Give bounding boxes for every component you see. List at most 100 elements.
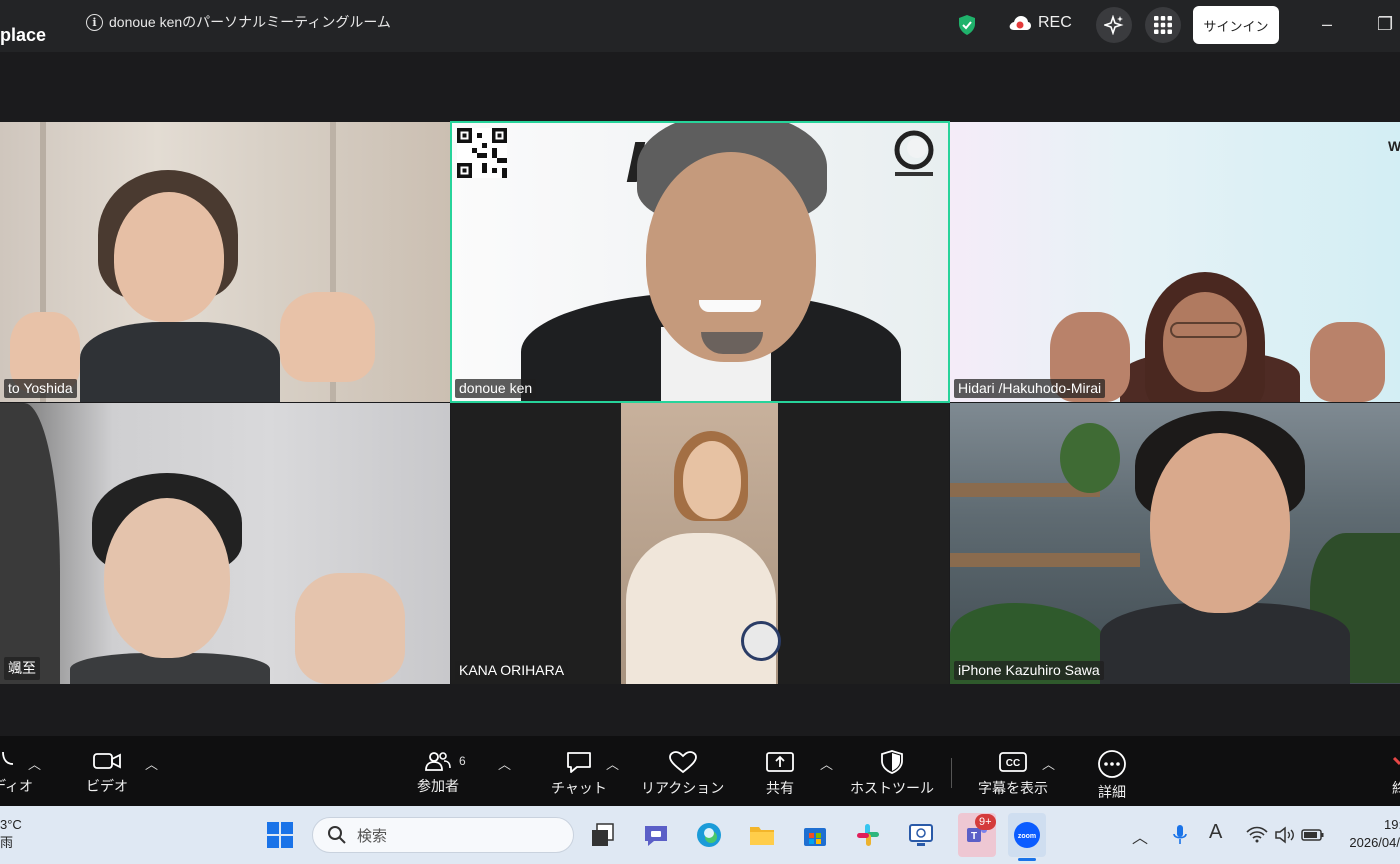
participant-name: 颯至 — [4, 657, 40, 680]
teams-chat-icon[interactable] — [641, 820, 671, 850]
end-label: 終 — [1392, 780, 1400, 796]
more-button[interactable]: 詳細 — [1097, 750, 1127, 802]
ai-companion-button[interactable] — [1096, 7, 1132, 43]
toolbar-divider — [951, 758, 952, 788]
captions-options-caret[interactable]: ︿ — [1042, 754, 1055, 773]
file-explorer-icon[interactable] — [747, 820, 777, 850]
ecotone-logo-icon — [894, 130, 934, 176]
search-icon — [328, 826, 346, 844]
rec-label: REC — [1038, 14, 1072, 31]
shield-icon[interactable] — [957, 14, 977, 36]
more-label: 詳細 — [1098, 784, 1126, 800]
apps-button[interactable] — [1145, 7, 1181, 43]
heart-icon — [668, 751, 697, 774]
participant-name: to Yoshida — [4, 379, 77, 398]
participant-name: donoue ken — [455, 379, 537, 398]
video-options-caret[interactable]: ︿ — [145, 754, 158, 773]
microphone-icon — [1, 751, 13, 765]
end-call-icon — [1392, 756, 1400, 766]
minimize-button[interactable]: – — [1322, 14, 1332, 35]
video-tile[interactable]: donoue ken — [451, 122, 949, 402]
video-tile[interactable]: iPhone Kazuhiro Sawa — [950, 403, 1400, 684]
chat-bubble-icon — [567, 752, 591, 773]
app-name: place — [0, 25, 47, 45]
search-placeholder: 検索 — [357, 827, 388, 845]
participants-count: 6 — [459, 754, 466, 768]
video-button[interactable]: ビデオ — [86, 750, 128, 796]
video-stage: to Yoshida donoue ken W Hidari /Hakuhodo… — [0, 52, 1400, 736]
host-tools-button[interactable]: ホストツール — [850, 750, 934, 798]
video-tile[interactable]: 颯至 — [0, 403, 450, 684]
task-view-icon[interactable] — [588, 820, 618, 850]
sparkle-icon — [1104, 15, 1124, 35]
share-screen-icon — [766, 752, 794, 772]
ime-indicator[interactable]: A — [1209, 821, 1222, 844]
share-button[interactable]: 共有 — [765, 750, 795, 798]
clock-time: 19: — [1384, 817, 1400, 832]
remote-desktop-icon[interactable] — [906, 820, 936, 850]
qr-code-icon — [457, 128, 507, 178]
weather-widget[interactable]: 3°C 雨 — [0, 816, 22, 852]
svg-text:CC: CC — [1006, 758, 1020, 769]
taskbar-search[interactable]: 検索 — [312, 817, 574, 853]
windows-taskbar: 3°C 雨 検索 T 9+ zoom ︿ A 19 2026/04/ — [0, 806, 1400, 864]
meeting-toolbar: ディオ ︿ ビデオ ︿ 参加者 6 ︿ チャット ︿ リアクション 共有 ︿ ホ… — [0, 736, 1400, 806]
participant-name: Hidari /Hakuhodo-Mirai — [954, 379, 1106, 398]
chat-button[interactable]: チャット — [551, 750, 607, 798]
video-tile[interactable]: to Yoshida — [0, 122, 450, 402]
meeting-info[interactable]: i donoue kenのパーソナルミーティングルーム — [86, 12, 391, 32]
record-button[interactable]: REC — [1008, 14, 1072, 32]
video-label: ビデオ — [86, 778, 128, 794]
weather-condition: 雨 — [0, 835, 14, 850]
audio-options-caret[interactable]: ︿ — [28, 754, 41, 773]
video-camera-icon — [93, 753, 121, 769]
chat-label: チャット — [551, 780, 607, 796]
end-button[interactable]: 終 — [1392, 750, 1400, 798]
signin-button[interactable]: サインイン — [1193, 6, 1279, 44]
show-hidden-icons[interactable]: ︿ — [1132, 824, 1148, 848]
microphone-tray-icon[interactable] — [1165, 820, 1195, 850]
system-clock[interactable]: 19: 2026/04/ — [1338, 816, 1400, 852]
participants-options-caret[interactable]: ︿ — [498, 754, 511, 773]
svg-text:zoom: zoom — [1018, 833, 1036, 840]
host-tools-label: ホストツール — [850, 780, 934, 796]
share-options-caret[interactable]: ︿ — [820, 754, 833, 773]
volume-icon[interactable] — [1270, 820, 1300, 850]
background-mark: W — [1388, 138, 1400, 154]
shield-icon — [881, 750, 903, 774]
grid-icon — [1154, 16, 1172, 34]
meeting-title: donoue kenのパーソナルミーティングルーム — [109, 14, 391, 30]
restore-button[interactable]: ❐ — [1377, 14, 1393, 35]
captions-label: 字幕を表示 — [978, 780, 1048, 796]
cloud-record-icon — [1009, 16, 1031, 30]
share-label: 共有 — [766, 780, 794, 796]
teams-notification-badge: 9+ — [975, 814, 996, 830]
participant-name: iPhone Kazuhiro Sawa — [954, 661, 1104, 680]
wifi-icon[interactable] — [1242, 820, 1272, 850]
slack-icon[interactable] — [853, 820, 883, 850]
svg-text:T: T — [971, 831, 977, 842]
title-bar: place i donoue kenのパーソナルミーティングルーム REC サイ… — [0, 0, 1400, 52]
edge-browser-icon[interactable] — [694, 820, 724, 850]
info-icon[interactable]: i — [86, 13, 103, 31]
zoom-app-icon[interactable]: zoom — [1008, 813, 1046, 857]
participants-icon — [425, 752, 451, 771]
video-tile[interactable]: W Hidari /Hakuhodo-Mirai — [950, 122, 1400, 402]
reactions-label: リアクション — [641, 780, 725, 796]
clock-date: 2026/04/ — [1349, 835, 1400, 850]
participants-label: 参加者 — [417, 778, 459, 794]
closed-captions-icon: CC — [999, 752, 1027, 772]
participant-name: KANA ORIHARA — [455, 661, 569, 680]
weather-temperature: 3°C — [0, 817, 22, 832]
participants-button[interactable]: 参加者 — [417, 750, 459, 796]
captions-button[interactable]: CC 字幕を表示 — [978, 750, 1048, 798]
windows-start-icon[interactable] — [265, 820, 295, 850]
video-tile[interactable]: KANA ORIHARA — [451, 403, 949, 684]
more-dots-icon — [1098, 750, 1126, 778]
battery-icon[interactable] — [1298, 820, 1328, 850]
reactions-button[interactable]: リアクション — [641, 750, 724, 798]
zoom-active-indicator — [1018, 858, 1036, 861]
chat-options-caret[interactable]: ︿ — [606, 754, 619, 773]
audio-label: ディオ — [0, 778, 34, 794]
ms-store-icon[interactable] — [800, 820, 830, 850]
